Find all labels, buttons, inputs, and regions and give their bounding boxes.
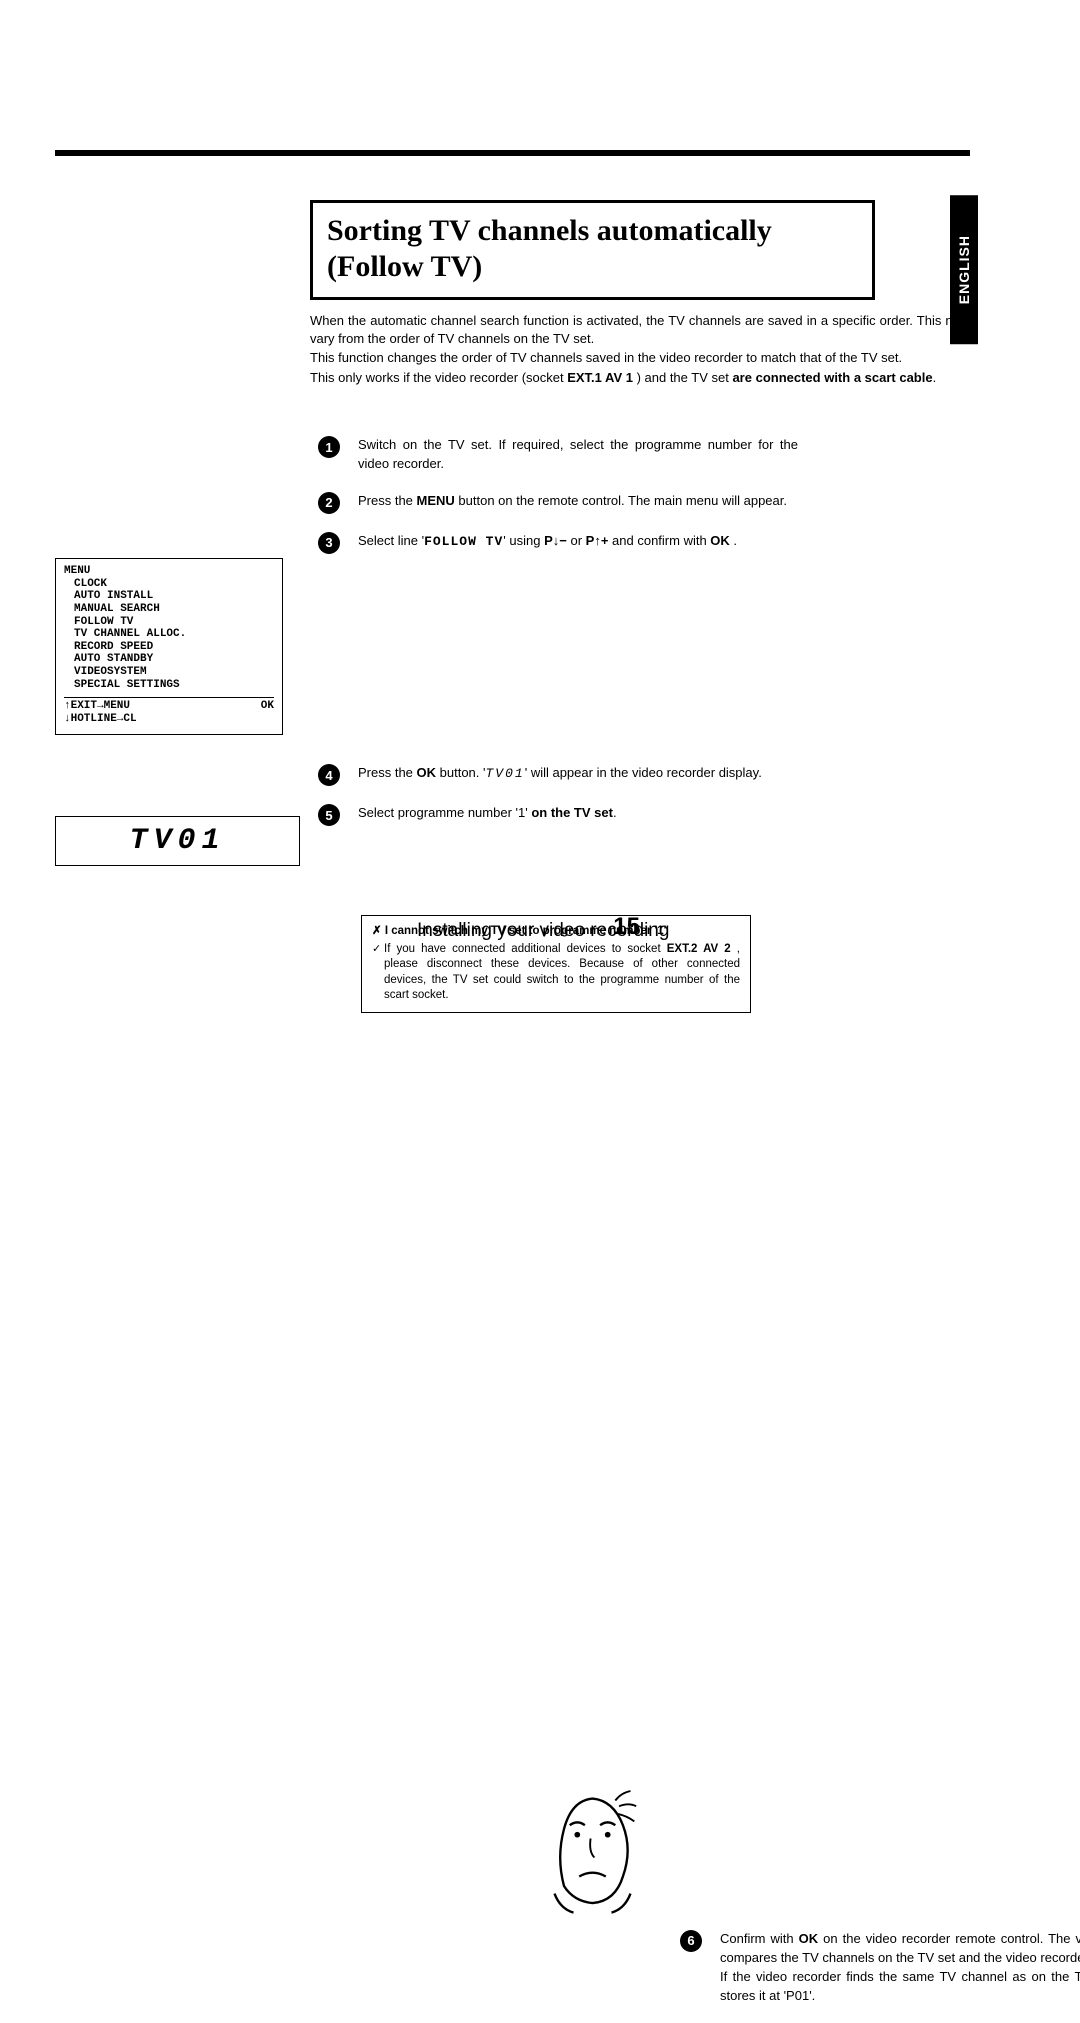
vcr-display-text: TV01: [129, 824, 225, 858]
section-title-box: Sorting TV channels automatically (Follo…: [310, 200, 875, 300]
menu-footer-row2: ↓HOTLINE→CL: [64, 713, 274, 726]
step-number-icon: 1: [318, 436, 340, 458]
menu-item: AUTO INSTALL: [74, 590, 274, 603]
menu-item: MANUAL SEARCH: [74, 603, 274, 616]
menu-item: CLOCK: [74, 578, 274, 591]
step-6: 6 Confirm with OK on the video recorder …: [680, 1930, 1080, 2005]
confused-face-icon: [545, 1778, 640, 1918]
osd-menu-box: MENU CLOCK AUTO INSTALL MANUAL SEARCH FO…: [55, 558, 283, 735]
vcr-display-box: TV01: [55, 816, 300, 866]
step-2: 2 Press the MENU button on the remote co…: [318, 492, 973, 514]
menu-item: RECORD SPEED: [74, 641, 274, 654]
menu-title: MENU: [64, 565, 274, 578]
section-title: Sorting TV channels automatically (Follo…: [327, 213, 858, 285]
intro-text: When the automatic channel search functi…: [310, 312, 970, 388]
steps-group-3: 6 Confirm with OK on the video recorder …: [680, 1930, 1080, 2023]
step-1: 1 Switch on the TV set. If required, sel…: [318, 436, 973, 474]
step-number-icon: 4: [318, 764, 340, 786]
step-5: 5 Select programme number '1' on the TV …: [318, 804, 973, 826]
menu-items: CLOCK AUTO INSTALL MANUAL SEARCH FOLLOW …: [64, 578, 274, 692]
step-5-text: Select programme number '1' on the TV se…: [358, 804, 798, 826]
menu-item: AUTO STANDBY: [74, 653, 274, 666]
top-divider: [55, 150, 970, 156]
menu-item: TV CHANNEL ALLOC.: [74, 628, 274, 641]
step-number-icon: 3: [318, 532, 340, 554]
intro-p3: This only works if the video recorder (s…: [310, 369, 970, 387]
troubleshoot-body: If you have connected additional devices…: [372, 942, 740, 1004]
step-3-text: Select line 'FOLLOW TV' using P↓− or P↑+…: [358, 532, 798, 554]
menu-item: VIDEOSYSTEM: [74, 666, 274, 679]
menu-item: FOLLOW TV: [74, 616, 274, 629]
step-3: 3 Select line 'FOLLOW TV' using P↓− or P…: [318, 532, 973, 554]
step-number-icon: 6: [680, 1930, 702, 1952]
page-number: 15: [613, 911, 640, 943]
steps-group-2: 4 Press the OK button. 'TV01' will appea…: [318, 764, 973, 844]
steps-group-1: 1 Switch on the TV set. If required, sel…: [318, 436, 973, 572]
step-4: 4 Press the OK button. 'TV01' will appea…: [318, 764, 973, 786]
intro-p1: When the automatic channel search functi…: [310, 312, 970, 347]
step-2-text: Press the MENU button on the remote cont…: [358, 492, 798, 514]
step-6-text: Confirm with OK on the video recorder re…: [720, 1930, 1080, 2005]
intro-p2: This function changes the order of TV ch…: [310, 349, 970, 367]
step-number-icon: 2: [318, 492, 340, 514]
menu-divider: [64, 697, 274, 698]
step-4-text: Press the OK button. 'TV01' will appear …: [358, 764, 798, 786]
menu-footer-row: ↑EXIT→MENU OK: [64, 700, 274, 713]
menu-item: SPECIAL SETTINGS: [74, 679, 274, 692]
step-1-text: Switch on the TV set. If required, selec…: [358, 436, 798, 474]
troubleshoot-box: ✗ I cannot switch my TV set to programme…: [361, 915, 751, 1013]
step-number-icon: 5: [318, 804, 340, 826]
